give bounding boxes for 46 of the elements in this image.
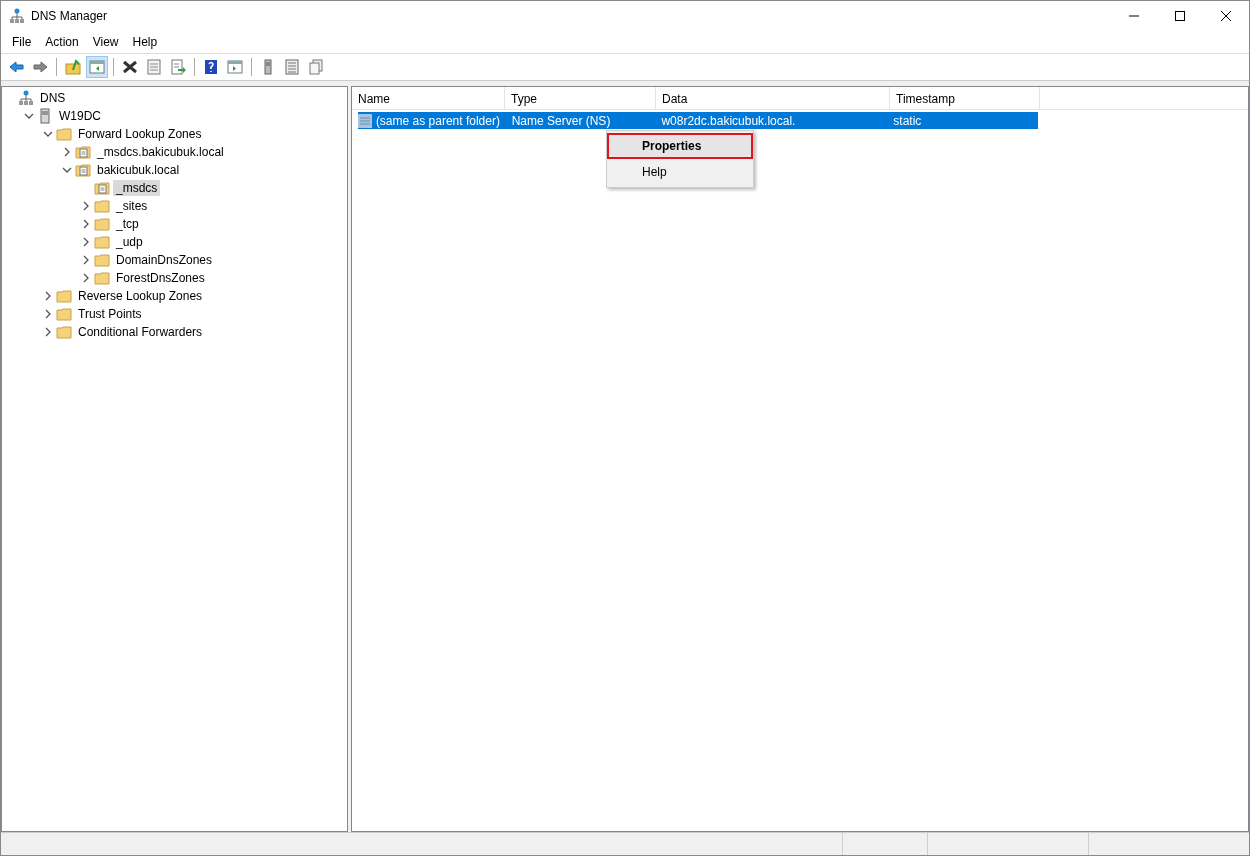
- folder-icon: [94, 252, 110, 268]
- table-cell-text: Name Server (NS): [510, 113, 612, 129]
- column-header[interactable]: Type: [505, 87, 656, 109]
- menu-item[interactable]: Properties: [607, 133, 753, 159]
- tree-item[interactable]: DNS: [37, 90, 69, 106]
- folder-icon: [94, 198, 110, 214]
- zone-folder-icon: [75, 144, 91, 160]
- folder-icon: [94, 234, 110, 250]
- menu-item[interactable]: Help: [125, 33, 165, 51]
- tree-item[interactable]: Reverse Lookup Zones: [75, 288, 206, 304]
- folder-icon: [56, 126, 72, 142]
- zone-folder-icon: [94, 180, 110, 196]
- tree-item[interactable]: _msdcs: [113, 180, 161, 196]
- tree-item[interactable]: DomainDnsZones: [113, 252, 216, 268]
- network-icon: [9, 8, 25, 24]
- table-cell-text: w08r2dc.bakicubuk.local.: [660, 113, 797, 129]
- menu-item[interactable]: File: [5, 33, 39, 51]
- table-cell-text: static: [892, 113, 923, 129]
- tree-item[interactable]: W19DC: [56, 108, 104, 124]
- record-icon: [358, 114, 372, 128]
- folder-icon: [56, 324, 72, 340]
- column-header[interactable]: Timestamp: [890, 87, 1040, 109]
- menu-item[interactable]: Help: [607, 159, 753, 185]
- tree-item[interactable]: ForestDnsZones: [113, 270, 208, 286]
- folder-icon: [94, 270, 110, 286]
- tree-item[interactable]: _sites: [113, 198, 151, 214]
- folder-icon: [56, 306, 72, 322]
- server-icon: [37, 108, 53, 124]
- tree-item[interactable]: Conditional Forwarders: [75, 324, 206, 340]
- tree-item[interactable]: Forward Lookup Zones: [75, 126, 205, 142]
- column-header[interactable]: Name: [352, 87, 505, 109]
- menu-item[interactable]: View: [85, 33, 126, 51]
- zone-folder-icon: [75, 162, 91, 178]
- menu-item[interactable]: Action: [38, 33, 86, 51]
- tree-item[interactable]: _tcp: [113, 216, 142, 232]
- column-header[interactable]: Data: [656, 87, 890, 109]
- tree-item[interactable]: Trust Points: [75, 306, 145, 322]
- table-cell-text: (same as parent folder): [374, 113, 501, 129]
- tree-item[interactable]: _udp: [113, 234, 146, 250]
- table-row[interactable]: (same as parent folder) Name Server (NS) w08r2dc.bakicubuk.local. static: [358, 112, 1038, 129]
- tree-item[interactable]: bakicubuk.local: [94, 162, 183, 178]
- folder-icon: [56, 288, 72, 304]
- tree-item[interactable]: _msdcs.bakicubuk.local: [94, 144, 227, 160]
- folder-icon: [94, 216, 110, 232]
- network-icon: [18, 90, 34, 106]
- window-title: DNS Manager: [31, 9, 108, 23]
